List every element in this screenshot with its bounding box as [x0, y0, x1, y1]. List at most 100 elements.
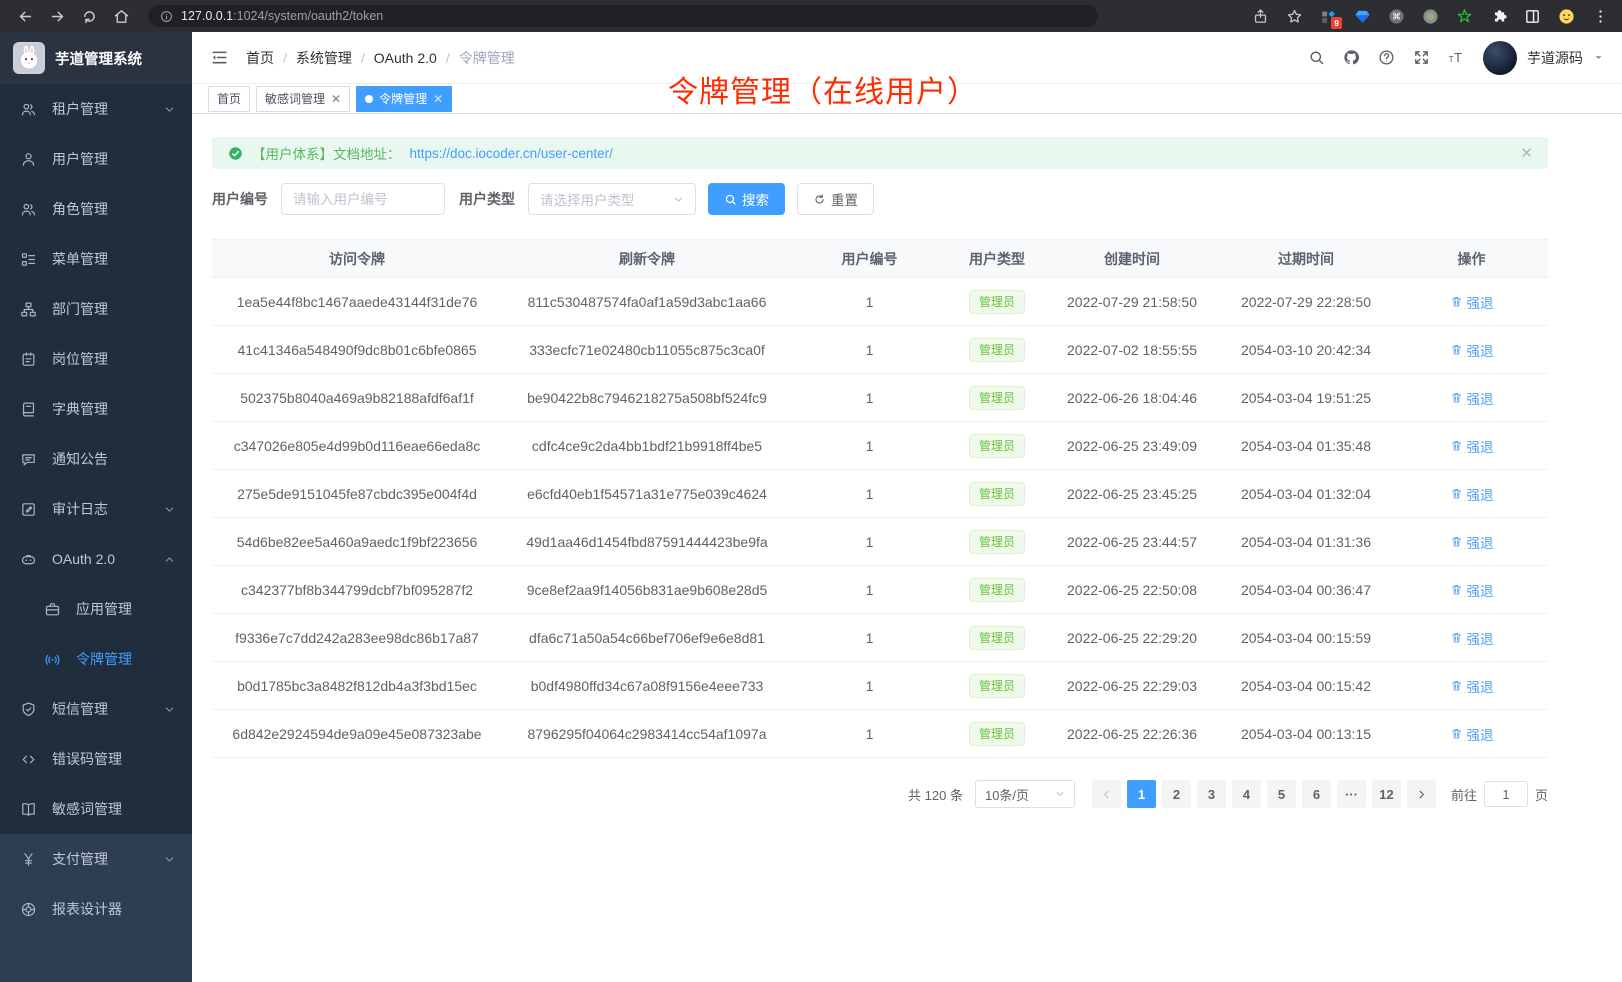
tab-close-icon[interactable]: ✕: [433, 93, 443, 105]
expire-time-cell: 2054-03-04 00:36:47: [1217, 566, 1395, 614]
created-time-cell: 2022-06-25 23:44:57: [1047, 518, 1217, 566]
tab-label: 敏感词管理: [265, 90, 325, 107]
refresh-token-cell: 811c530487574fa0af1a59d3abc1aa66: [502, 278, 792, 326]
sidebar-item-dict[interactable]: 字典管理: [0, 384, 192, 434]
goto-page-input[interactable]: [1484, 781, 1528, 807]
tab-close-icon[interactable]: ✕: [331, 93, 341, 105]
sidebar-item-oauth2-app[interactable]: 应用管理: [0, 584, 192, 634]
font-size-icon[interactable]: TT: [1448, 49, 1465, 66]
sidebar-item-dept[interactable]: 部门管理: [0, 284, 192, 334]
force-logout-button[interactable]: 强退: [1450, 340, 1494, 360]
sidebar-item-notice[interactable]: 通知公告: [0, 434, 192, 484]
force-logout-button[interactable]: 强退: [1450, 484, 1494, 504]
profile-emoji-icon[interactable]: [1556, 6, 1576, 26]
user-id-cell: 1: [792, 374, 947, 422]
sidebar: 芋道管理系统 租户管理用户管理角色管理菜单管理部门管理岗位管理字典管理通知公告审…: [0, 32, 192, 982]
actions-cell: 强退: [1395, 566, 1548, 614]
sidebar-item-oauth2[interactable]: OAuth 2.0: [0, 534, 192, 584]
search-icon[interactable]: [1308, 49, 1325, 66]
command-extension-icon[interactable]: ⌘: [1386, 6, 1406, 26]
force-logout-button[interactable]: 强退: [1450, 532, 1494, 552]
page-size-select[interactable]: 10条/页: [975, 780, 1075, 808]
sidebar-item-menu[interactable]: 菜单管理: [0, 234, 192, 284]
force-logout-button[interactable]: 强退: [1450, 436, 1494, 456]
sidebar-item-tenant[interactable]: 租户管理: [0, 84, 192, 134]
tab-首页[interactable]: 首页: [208, 86, 250, 112]
actions-cell: 强退: [1395, 278, 1548, 326]
page-button-3[interactable]: 3: [1197, 780, 1226, 808]
refresh-token-cell: dfa6c71a50a54c66bef706ef9e6e8d81: [502, 614, 792, 662]
user-id-cell: 1: [792, 470, 947, 518]
browser-address-bar[interactable]: 127.0.0.1:1024/system/oauth2/token: [148, 5, 1098, 27]
force-logout-button[interactable]: 强退: [1450, 580, 1494, 600]
user-type-cell: 管理员: [947, 662, 1047, 710]
breadcrumb-item[interactable]: OAuth 2.0: [374, 50, 437, 66]
fullscreen-icon[interactable]: [1413, 49, 1430, 66]
reset-button[interactable]: 重置: [797, 183, 874, 215]
notice-bubble-icon: [20, 451, 37, 468]
help-question-icon[interactable]: [1378, 49, 1395, 66]
sidebar-item-audit[interactable]: 审计日志: [0, 484, 192, 534]
gem-extension-icon[interactable]: [1352, 6, 1372, 26]
bookmark-star-icon[interactable]: [1284, 6, 1304, 26]
page-button-6[interactable]: 6: [1302, 780, 1331, 808]
prev-page-button[interactable]: [1092, 780, 1121, 808]
sidebar-item-sms[interactable]: 短信管理: [0, 684, 192, 734]
browser-home-icon[interactable]: [108, 3, 134, 29]
force-logout-button[interactable]: 强退: [1450, 388, 1494, 408]
puzzle-extension-icon[interactable]: [1488, 6, 1508, 26]
breadcrumb-item[interactable]: 首页: [246, 48, 274, 68]
sidebar-item-errcode[interactable]: 错误码管理: [0, 734, 192, 784]
sidebar-item-role[interactable]: 角色管理: [0, 184, 192, 234]
page-button-5[interactable]: 5: [1267, 780, 1296, 808]
pager-ellipsis[interactable]: ···: [1337, 780, 1366, 808]
tab-令牌管理[interactable]: 令牌管理✕: [356, 86, 452, 112]
next-page-button[interactable]: [1407, 780, 1436, 808]
force-logout-button[interactable]: 强退: [1450, 628, 1494, 648]
browser-reload-icon[interactable]: [76, 3, 102, 29]
user-name[interactable]: 芋道源码: [1527, 48, 1583, 68]
sidebar-item-label: 令牌管理: [76, 649, 132, 669]
force-logout-button[interactable]: 强退: [1450, 724, 1494, 744]
browser-forward-icon[interactable]: [44, 3, 70, 29]
sidebar-fold-icon[interactable]: [210, 48, 229, 67]
site-info-icon[interactable]: [160, 10, 173, 23]
trash-icon: [1450, 535, 1463, 548]
success-check-icon: [228, 146, 243, 161]
reader-mode-icon[interactable]: [1522, 6, 1542, 26]
breadcrumb-item[interactable]: 系统管理: [296, 48, 352, 68]
user-id-input[interactable]: [281, 183, 445, 215]
sidebar-item-pay[interactable]: 支付管理: [0, 834, 192, 884]
chevron-down-icon[interactable]: [1593, 52, 1604, 63]
user-type-select[interactable]: 请选择用户类型: [528, 183, 696, 215]
app-logo[interactable]: 芋道管理系统: [0, 32, 192, 84]
expire-time-cell: 2054-03-04 01:35:48: [1217, 422, 1395, 470]
sidebar-item-post[interactable]: 岗位管理: [0, 334, 192, 384]
page-button-4[interactable]: 4: [1232, 780, 1261, 808]
user-type-cell: 管理员: [947, 566, 1047, 614]
user-avatar[interactable]: [1483, 41, 1517, 75]
share-icon[interactable]: [1250, 6, 1270, 26]
page-button-2[interactable]: 2: [1162, 780, 1191, 808]
trash-icon: [1450, 439, 1463, 452]
tab-敏感词管理[interactable]: 敏感词管理 ✕: [256, 86, 350, 112]
sidebar-item-report[interactable]: 报表设计器: [0, 884, 192, 934]
sidebar-item-user[interactable]: 用户管理: [0, 134, 192, 184]
force-logout-button[interactable]: 强退: [1450, 292, 1494, 312]
sidebar-item-sensitive[interactable]: 敏感词管理: [0, 784, 192, 834]
sidebar-item-oauth2-token[interactable]: 令牌管理: [0, 634, 192, 684]
pinned-extension-icon[interactable]: 9: [1318, 6, 1338, 26]
doc-link[interactable]: https://doc.iocoder.cn/user-center/: [410, 146, 613, 161]
page-button-12[interactable]: 12: [1372, 780, 1401, 808]
menu-tree-icon: [20, 251, 37, 268]
github-icon[interactable]: [1343, 49, 1360, 66]
browser-menu-dots-icon[interactable]: [1590, 6, 1610, 26]
page-button-1[interactable]: 1: [1127, 780, 1156, 808]
browser-back-icon[interactable]: [12, 3, 38, 29]
recorder-extension-icon[interactable]: [1420, 6, 1440, 26]
alert-close-icon[interactable]: ✕: [1520, 144, 1533, 162]
search-button[interactable]: 搜索: [708, 183, 785, 215]
table-row: c342377bf8b344799dcbf7bf095287f29ce8ef2a…: [212, 566, 1548, 614]
star-extension-icon[interactable]: [1454, 6, 1474, 26]
force-logout-button[interactable]: 强退: [1450, 676, 1494, 696]
